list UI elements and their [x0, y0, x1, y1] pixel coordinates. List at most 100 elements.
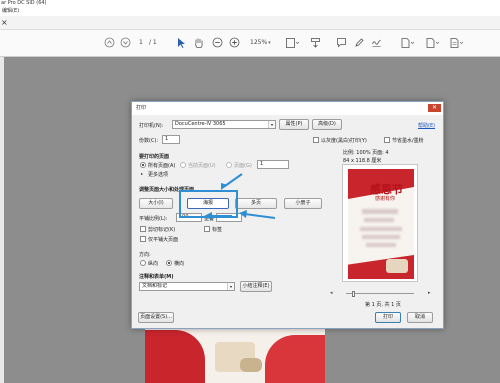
size-button[interactable]: 大小(I)	[139, 198, 173, 209]
print-button[interactable]: 打印	[375, 312, 401, 323]
app-title-bar: ar Pro DC SID (64)	[0, 0, 500, 7]
fit-page-icon	[286, 37, 299, 48]
dialog-title: 打印	[132, 102, 443, 115]
scroll-down-icon	[311, 37, 320, 48]
main-toolbar: 1 / 1 125% ▾	[0, 30, 500, 57]
size-info: 84 x 118.8 厘米	[343, 158, 382, 164]
menu-edit[interactable]: 编辑(E)	[2, 8, 19, 14]
page-number-input[interactable]: 1	[139, 36, 143, 49]
all-pages-radio[interactable]	[140, 162, 146, 168]
printer-select[interactable]: DocuCentre-IV 3065 ▾	[172, 120, 276, 129]
export-button[interactable]	[400, 36, 415, 49]
close-button[interactable]: ✕	[428, 104, 441, 112]
arrow-down-circle-icon	[120, 37, 131, 48]
more-tools-button[interactable]	[449, 36, 464, 49]
blurred-text	[366, 243, 396, 247]
copies-input[interactable]: 1	[162, 135, 180, 144]
blurred-text	[360, 227, 402, 231]
sign-button[interactable]	[371, 36, 382, 49]
cursor-arrow-icon	[178, 37, 185, 48]
tile-large-label: 仅平铺大页面	[148, 237, 179, 243]
scale-info: 比例: 100% 页面: 4	[343, 150, 389, 156]
blurred-text	[362, 209, 398, 214]
current-page-label: 当前页面(U)	[188, 163, 216, 169]
tile-scale-label: 平铺比例(L):	[139, 216, 168, 222]
print-preview: 感恩节 感谢有你	[342, 164, 418, 282]
landscape-radio[interactable]	[166, 260, 172, 266]
portrait-radio[interactable]	[140, 260, 146, 266]
hand-tool-button[interactable]	[193, 36, 204, 49]
scroll-mode-button[interactable]	[310, 36, 322, 49]
zoom-level-select[interactable]: 125% ▾	[250, 36, 271, 49]
pages-range-input[interactable]: 1	[257, 160, 289, 169]
expand-arrow-icon[interactable]: ▸	[141, 171, 143, 176]
labels-checkbox[interactable]	[204, 226, 210, 232]
create-pdf-button[interactable]	[425, 36, 440, 49]
file-icon	[426, 37, 440, 48]
blurred-text	[362, 235, 400, 239]
page-total: / 1	[149, 39, 157, 46]
grayscale-checkbox[interactable]	[313, 137, 319, 143]
save-ink-checkbox[interactable]	[384, 137, 390, 143]
document-page	[145, 320, 325, 383]
page-decoration	[265, 335, 325, 383]
prev-page-button[interactable]	[104, 36, 115, 49]
tab-close-icon[interactable]: ×	[1, 18, 8, 27]
preview-poster: 感恩节 感谢有你	[348, 169, 414, 279]
chevron-down-icon: ▾	[268, 121, 275, 128]
zoom-in-icon	[229, 37, 240, 48]
comments-select[interactable]: 文档和标记 ▾	[139, 282, 235, 291]
save-ink-label: 节省墨水/墨粉	[392, 138, 424, 144]
app-title: ar Pro DC SID (64)	[1, 0, 47, 6]
comment-button[interactable]	[336, 36, 347, 49]
gift-ribbon-image	[240, 358, 262, 372]
comments-heading: 注释和表单(M)	[139, 274, 174, 280]
landscape-label: 横向	[174, 261, 185, 267]
advanced-button[interactable]: 高级(D)	[312, 119, 342, 130]
highlight-button[interactable]	[354, 36, 365, 49]
properties-button[interactable]: 属性(P)	[279, 119, 309, 130]
select-tool-button[interactable]	[176, 36, 186, 49]
preview-page-slider[interactable]: ◂ ▸	[330, 290, 431, 297]
summarize-comments-button[interactable]: 小结注释(E)	[240, 281, 272, 292]
print-dialog: 打印 ✕ 打印机(N): DocuCentre-IV 3065 ▾ 属性(P) 高…	[131, 101, 444, 329]
help-link[interactable]: 帮助(E)	[418, 122, 435, 129]
zoom-out-button[interactable]	[212, 36, 223, 49]
labels-label: 标签	[212, 227, 223, 233]
slider-thumb[interactable]	[352, 291, 355, 297]
signature-icon	[372, 39, 381, 47]
current-page-radio[interactable]	[180, 162, 186, 168]
page-setup-button[interactable]: 页面设置(S)...	[138, 312, 174, 323]
pages-radio[interactable]	[226, 162, 232, 168]
multiple-button[interactable]: 多页	[235, 198, 277, 209]
printer-label: 打印机(N):	[139, 123, 164, 129]
cancel-button[interactable]: 取消	[407, 312, 433, 323]
next-arrow-icon[interactable]: ▸	[428, 290, 431, 296]
cut-marks-checkbox[interactable]	[140, 226, 146, 232]
page-decoration	[145, 330, 205, 383]
pages-label: 页面(G)	[234, 163, 252, 169]
fit-page-button[interactable]	[285, 36, 299, 49]
more-options-label[interactable]: 更多选项	[148, 171, 168, 178]
chevron-down-icon: ▾	[227, 283, 234, 290]
zoom-out-icon	[212, 37, 223, 48]
comment-icon	[337, 38, 346, 48]
left-panel-strip	[0, 57, 4, 383]
gift-box-image	[386, 259, 408, 273]
tile-large-checkbox[interactable]	[140, 236, 146, 242]
hand-icon	[195, 38, 203, 48]
booklet-button[interactable]: 小册子	[284, 198, 322, 209]
grayscale-label: 以灰度(黑白)打印(Y)	[321, 138, 367, 144]
portrait-label: 纵向	[148, 261, 159, 267]
arrow-up-circle-icon	[104, 37, 115, 48]
all-pages-label: 所有页面(A)	[148, 163, 176, 169]
tab-bar: ×	[0, 16, 500, 30]
poster-subtitle: 感谢有你	[375, 196, 396, 202]
zoom-in-button[interactable]	[229, 36, 240, 49]
pages-to-print-heading: 要打印的页面	[139, 154, 170, 160]
pen-icon	[355, 38, 364, 47]
annotation-highlight-box	[179, 190, 238, 218]
prev-arrow-icon[interactable]: ◂	[330, 290, 333, 296]
next-page-button[interactable]	[120, 36, 131, 49]
menu-bar: 编辑(E)	[0, 7, 500, 16]
